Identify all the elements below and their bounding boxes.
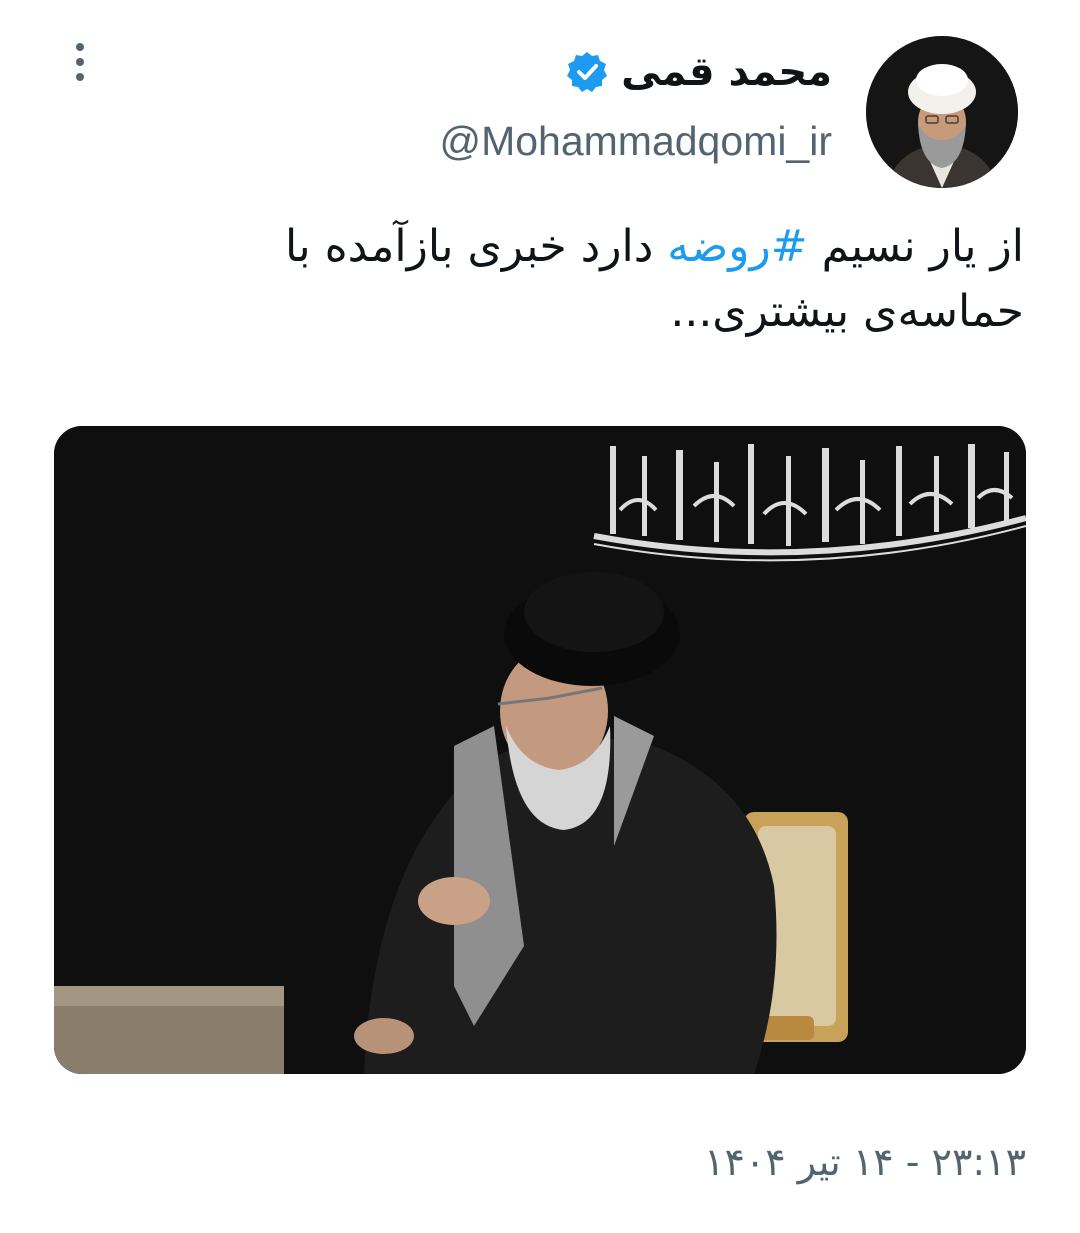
hashtag-link[interactable]: #روضه [667, 221, 807, 272]
author-name-row[interactable]: محمد قمی [565, 40, 832, 104]
tweet-timestamp[interactable]: ۲۳:۱۳ - ۱۴ تیر ۱۴۰۴ [704, 1140, 1026, 1184]
media-photo-illustration [54, 426, 1026, 1074]
verified-badge-icon [567, 52, 608, 92]
author-display-name[interactable]: محمد قمی [621, 49, 832, 95]
author-handle[interactable]: @Mohammadqomi_ir [439, 118, 832, 165]
tweet-text: از یار نسیم #روضه دارد خبری بازآمده با ح… [264, 214, 1024, 344]
avatar[interactable] [866, 36, 1018, 188]
tweet-text-part: از یار نسیم [807, 221, 1024, 272]
more-vertical-icon-dot [76, 58, 84, 66]
more-vertical-icon [76, 43, 84, 51]
more-vertical-icon-dot [76, 73, 84, 81]
tweet-media-photo[interactable] [54, 426, 1026, 1074]
avatar-photo [866, 36, 1018, 188]
more-options-button[interactable] [56, 36, 104, 88]
